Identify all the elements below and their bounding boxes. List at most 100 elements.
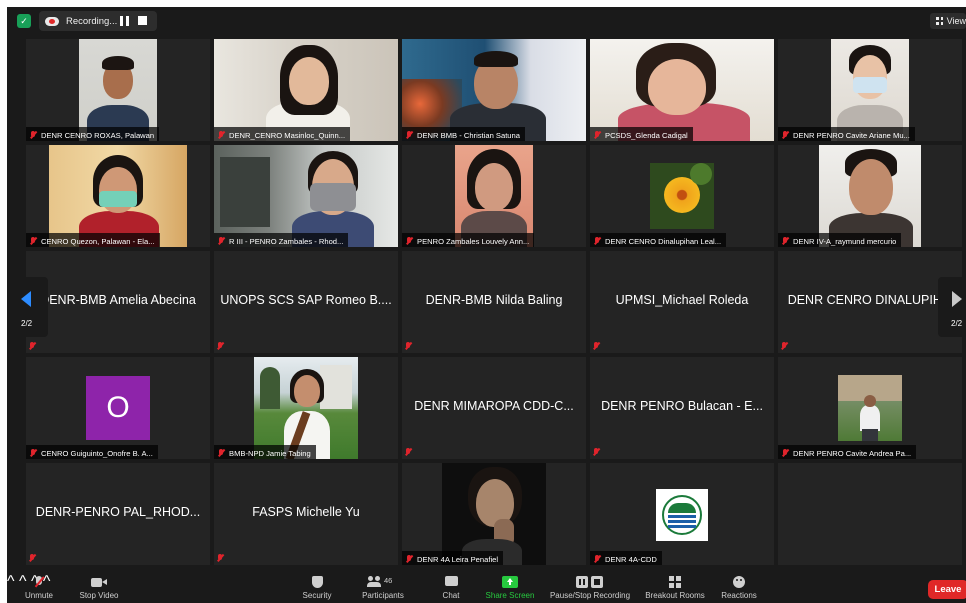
participant-video (819, 145, 921, 247)
muted-mic-icon (29, 342, 35, 350)
leave-button[interactable]: Leave (928, 580, 966, 599)
participant-tile[interactable]: DENR CENRO ROXAS, Palawan (26, 39, 210, 141)
muted-mic-icon (30, 449, 36, 457)
participant-tile[interactable]: DENR-BMB Amelia Abecina (26, 251, 210, 353)
pause-recording-icon[interactable] (120, 16, 129, 26)
participant-tile[interactable]: DENR BMB - Christian Satuna (402, 39, 586, 141)
muted-mic-icon (406, 237, 412, 245)
participant-tile[interactable]: BMB-NPD Jamie Tabing (214, 357, 398, 459)
participant-name-tag: BMB-NPD Jamie Tabing (214, 445, 316, 459)
participant-tile[interactable]: CENRO Quezon, Palawan - Ela... (26, 145, 210, 247)
participant-name-tag: DENR CENRO Dinalupihan Leal... (590, 233, 727, 247)
participant-tile[interactable]: DENR MIMAROPA CDD-C... (402, 357, 586, 459)
participant-name-tag: DENR BMB - Christian Satuna (402, 127, 525, 141)
unmute-button[interactable]: Unmute (19, 576, 59, 600)
stop-recording-icon[interactable] (138, 16, 147, 25)
pause-stop-icon (576, 576, 604, 588)
breakout-rooms-button[interactable]: Breakout Rooms (643, 576, 707, 600)
security-button[interactable]: Security (297, 576, 337, 600)
participant-tile[interactable]: DENR-PENRO PAL_RHOD... (26, 463, 210, 565)
participants-icon: 46 (367, 576, 398, 588)
muted-mic-icon (782, 237, 788, 245)
participant-tile[interactable]: UPMSI_Michael Roleda (590, 251, 774, 353)
previous-page-button[interactable]: 2/2 (7, 277, 48, 337)
muted-mic-icon (30, 131, 36, 139)
participant-video (650, 163, 714, 229)
participant-video (214, 39, 398, 141)
participant-display-name: DENR CENRO DINALUPIH... (787, 293, 953, 307)
zoom-meeting-window: ✓ Recording... View DENR CENRO ROXAS, Pa… (7, 7, 966, 603)
muted-mic-icon (405, 342, 411, 350)
participant-tile[interactable]: PCSDS_Glenda Cadigal (590, 39, 774, 141)
muted-mic-icon (405, 448, 411, 456)
participant-tile[interactable]: DENR PENRO Cavite Andrea Pa... (778, 357, 962, 459)
empty-tile (778, 463, 962, 565)
participant-tile[interactable]: DENR 4A Leira Penafiel (402, 463, 586, 565)
muted-mic-icon (782, 131, 788, 139)
view-label: View (946, 16, 966, 26)
participant-display-name: FASPS Michelle Yu (252, 505, 360, 519)
participant-display-name: DENR-BMB Amelia Abecina (40, 293, 196, 307)
participant-tile[interactable]: DENR IV-A_raymund mercurio (778, 145, 962, 247)
page-indicator: 2/2 (951, 319, 963, 328)
chat-bubble-icon (444, 576, 458, 588)
participant-display-name: UPMSI_Michael Roleda (615, 293, 749, 307)
participant-display-name: DENR MIMAROPA CDD-C... (414, 399, 574, 413)
participant-video (254, 357, 358, 459)
participant-name-tag: DENR PENRO Cavite Ariane Mu... (778, 127, 915, 141)
denr-logo (656, 489, 708, 541)
shield-icon (311, 576, 323, 588)
participant-name-tag: DENR CENRO ROXAS, Palawan (26, 127, 160, 141)
muted-mic-icon (406, 131, 412, 139)
participants-button[interactable]: 46 Participants (359, 576, 407, 600)
video-camera-icon (91, 576, 107, 588)
muted-mic-icon (594, 131, 600, 139)
muted-mic-icon (218, 449, 224, 457)
participant-name-tag: DENR 4A-CDD (590, 551, 662, 565)
view-button[interactable]: View (930, 13, 966, 29)
participant-tile[interactable]: O CENRO Guiguinto_Onofre B. A... (26, 357, 210, 459)
participant-name-tag: DENR_CENRO Masinloc_Quinn... (214, 127, 351, 141)
participant-tile[interactable]: PENRO Zambales Louvely Ann... (402, 145, 586, 247)
muted-mic-icon (593, 448, 599, 456)
participant-tile[interactable]: DENR PENRO Cavite Ariane Mu... (778, 39, 962, 141)
share-screen-button[interactable]: Share Screen (483, 576, 537, 600)
audio-options-caret[interactable]: ^ (7, 573, 15, 590)
participant-tile[interactable]: UNOPS SCS SAP Romeo B.... (214, 251, 398, 353)
participant-tile[interactable]: DENR PENRO Bulacan - E... (590, 357, 774, 459)
share-screen-icon (502, 576, 518, 588)
encryption-shield-icon[interactable]: ✓ (17, 14, 31, 28)
participant-tile[interactable]: DENR_CENRO Masinloc_Quinn... (214, 39, 398, 141)
participant-name-tag: DENR IV-A_raymund mercurio (778, 233, 902, 247)
muted-mic-icon (593, 342, 599, 350)
participant-tile[interactable]: DENR CENRO Dinalupihan Leal... (590, 145, 774, 247)
muted-mic-icon (218, 237, 224, 245)
avatar: O (86, 376, 150, 440)
chat-button[interactable]: Chat (439, 576, 463, 600)
participant-tile[interactable]: DENR 4A-CDD (590, 463, 774, 565)
chevron-left-icon (21, 291, 31, 307)
participant-name-tag: DENR 4A Leira Penafiel (402, 551, 504, 565)
grid-icon (936, 17, 943, 25)
participant-tile[interactable]: FASPS Michelle Yu (214, 463, 398, 565)
participant-name-tag: CENRO Quezon, Palawan - Ela... (26, 233, 160, 247)
participant-tile[interactable]: R III - PENRO Zambales - Rhod... (214, 145, 398, 247)
pause-stop-recording-button[interactable]: Pause/Stop Recording (547, 576, 633, 600)
cloud-recording-icon (45, 16, 59, 26)
muted-mic-icon (217, 342, 223, 350)
muted-mic-icon (594, 555, 600, 563)
participant-video (79, 39, 157, 141)
reactions-button[interactable]: Reactions (717, 576, 761, 600)
participant-name-tag: PCSDS_Glenda Cadigal (590, 127, 693, 141)
participant-display-name: UNOPS SCS SAP Romeo B.... (220, 293, 392, 307)
muted-mic-icon (218, 131, 224, 139)
next-page-button[interactable]: 2/2 (938, 277, 966, 337)
muted-mic-icon (34, 576, 45, 588)
participants-count: 46 (384, 576, 393, 585)
stop-video-button[interactable]: Stop Video (75, 576, 123, 600)
muted-mic-icon (782, 449, 788, 457)
participant-video (590, 39, 774, 141)
participant-tile[interactable]: DENR CENRO DINALUPIH... (778, 251, 962, 353)
participant-tile[interactable]: DENR-BMB Nilda Baling (402, 251, 586, 353)
muted-mic-icon (781, 342, 787, 350)
